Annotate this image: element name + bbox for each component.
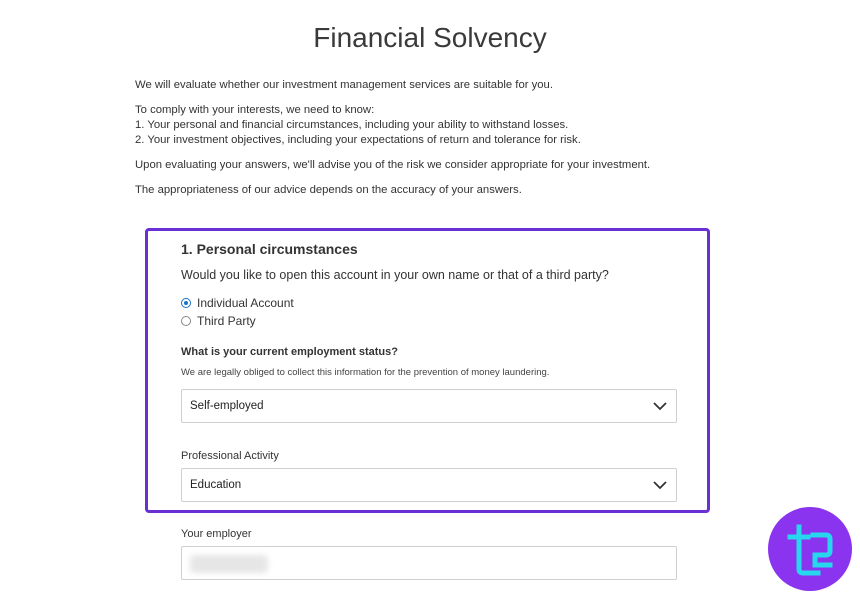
intro-list-item: 2. Your investment objectives, including… [135, 134, 581, 146]
account-question: Would you like to open this account in y… [181, 268, 609, 282]
radio-label: Third Party [197, 314, 256, 328]
intro-list-item: 1. Your personal and financial circumsta… [135, 119, 569, 131]
chevron-down-icon [653, 481, 667, 490]
section-title: 1. Personal circumstances [181, 241, 358, 257]
employment-status-hint: We are legally obliged to collect this i… [181, 367, 550, 378]
radio-checked-icon[interactable] [181, 298, 191, 308]
intro-paragraph: The appropriateness of our advice depend… [135, 184, 522, 196]
employment-status-value: Self-employed [190, 400, 264, 412]
radio-individual-account[interactable]: Individual Account [181, 296, 294, 310]
intro-paragraph: We will evaluate whether our investment … [135, 79, 553, 91]
brand-logo [768, 507, 852, 591]
intro-paragraph: To comply with your interests, we need t… [135, 104, 375, 116]
page-title: Financial Solvency [313, 22, 547, 53]
intro-text: We will evaluate whether our investment … [135, 78, 735, 208]
radio-third-party[interactable]: Third Party [181, 314, 256, 328]
intro-paragraph: Upon evaluating your answers, we'll advi… [135, 159, 651, 171]
employment-status-select[interactable]: Self-employed [181, 389, 677, 423]
chevron-down-icon [653, 402, 667, 411]
professional-activity-label: Professional Activity [181, 450, 279, 462]
brand-logo-icon [787, 524, 833, 576]
radio-label: Individual Account [197, 296, 294, 310]
section-header: 1. Personal circumstances [181, 241, 681, 257]
employer-input[interactable] [181, 546, 677, 580]
radio-unchecked-icon[interactable] [181, 316, 191, 326]
employer-label: Your employer [181, 528, 252, 540]
blurred-value [190, 555, 268, 573]
professional-activity-select[interactable]: Education [181, 468, 677, 502]
professional-activity-value: Education [190, 479, 242, 491]
employment-status-label: What is your current employment status? [181, 346, 398, 358]
